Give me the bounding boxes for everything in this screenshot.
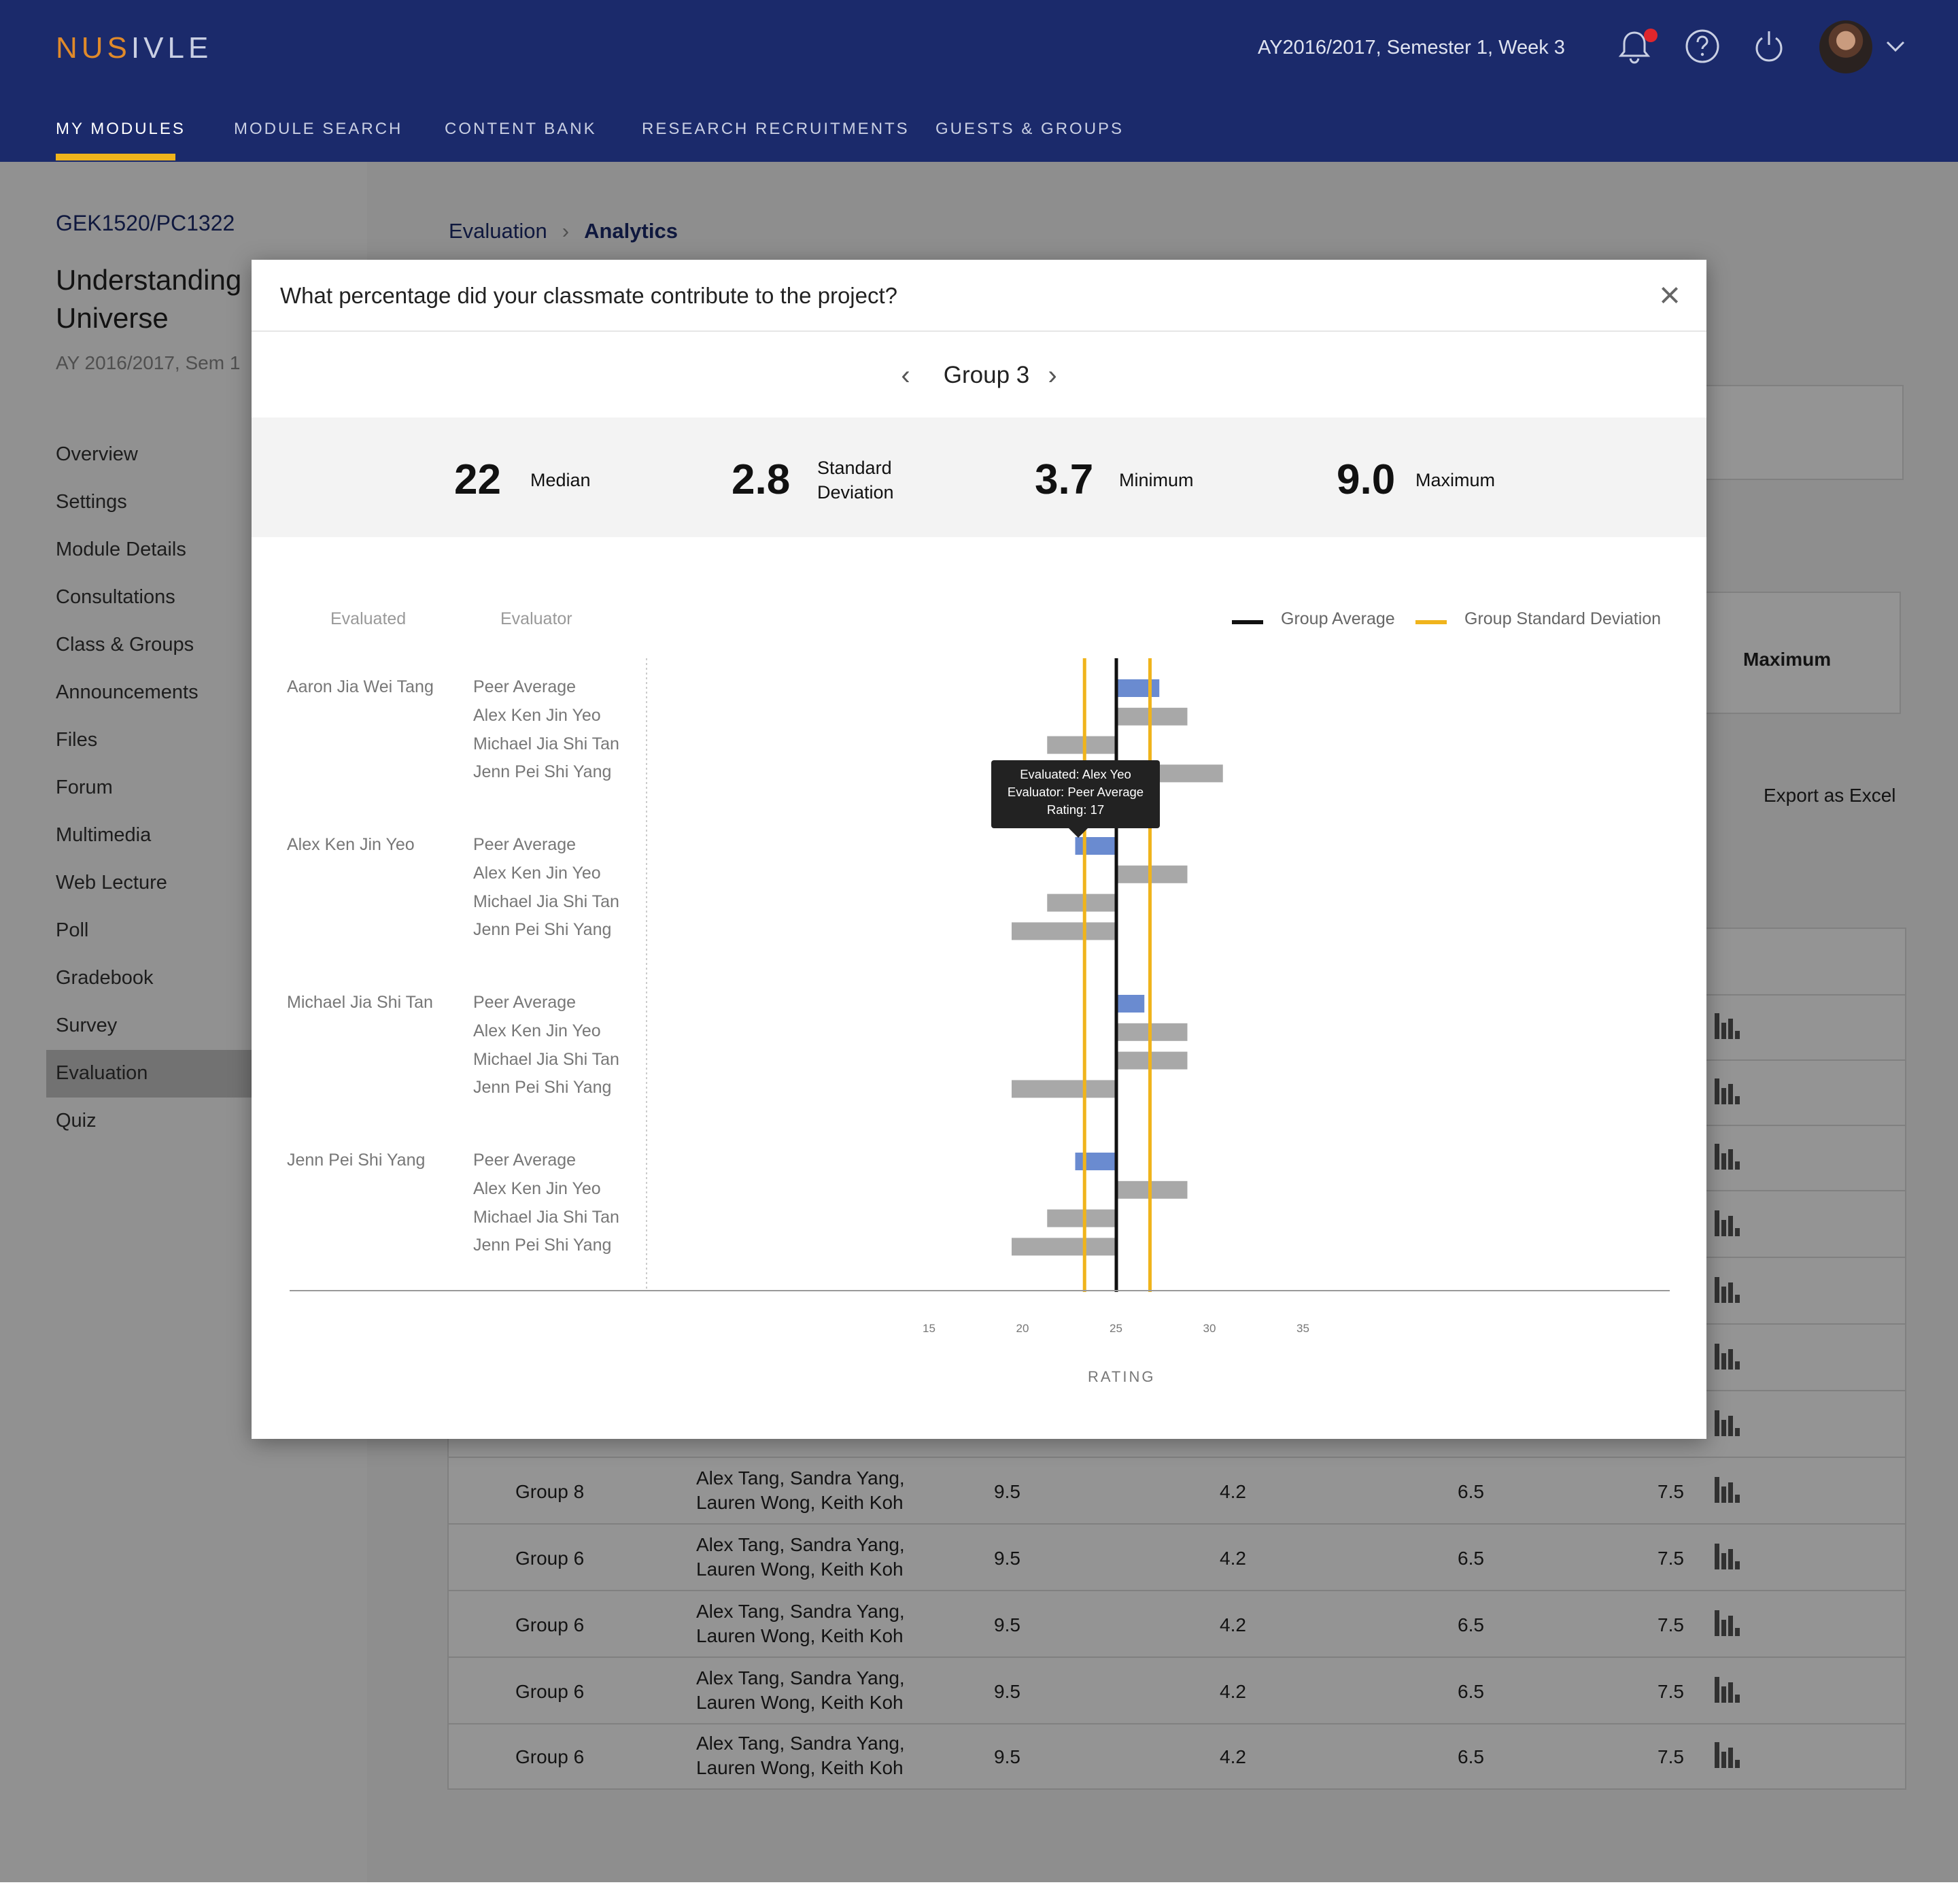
- x-tick-label: 20: [1016, 1322, 1029, 1335]
- rating-chart: [290, 658, 1670, 1292]
- evaluator-bar: [1012, 1238, 1116, 1256]
- tooltip-evaluator: Evaluator: Peer Average: [1007, 785, 1144, 799]
- evaluator-bar: [1116, 1180, 1188, 1199]
- tooltip-evaluated: Evaluated: Alex Yeo: [1020, 767, 1131, 781]
- evaluator-bar: [1116, 1051, 1188, 1070]
- evaluator-bar: [1047, 1209, 1116, 1227]
- nav-module-search[interactable]: MODULE SEARCH: [234, 120, 402, 139]
- logo-ivle: IVLE: [131, 31, 213, 65]
- tooltip-rating: Rating: 17: [1046, 802, 1105, 817]
- peer-average-bar: [1116, 995, 1145, 1013]
- evaluator-bar: [1116, 707, 1188, 726]
- peer-average-bar: [1075, 837, 1116, 855]
- chart-tooltip: Evaluated: Alex Yeo Evaluator: Peer Aver…: [991, 760, 1160, 838]
- evaluator-bar: [1116, 1023, 1188, 1041]
- analytics-modal: What percentage did your classmate contr…: [252, 260, 1706, 1439]
- peer-average-bar: [1075, 1153, 1116, 1170]
- evaluator-bar: [1012, 922, 1116, 940]
- avatar[interactable]: [1819, 20, 1872, 73]
- x-tick-label: 35: [1296, 1322, 1309, 1335]
- x-tick-label: 25: [1110, 1322, 1122, 1335]
- nav-content-bank[interactable]: CONTENT BANK: [445, 120, 597, 139]
- evaluator-bar: [1047, 736, 1116, 754]
- nav-my-modules[interactable]: MY MODULES: [56, 120, 186, 139]
- nav-research-recruitments[interactable]: RESEARCH RECRUITMENTS: [642, 120, 910, 139]
- power-icon[interactable]: [1747, 24, 1791, 68]
- academic-term: AY2016/2017, Semester 1, Week 3: [1258, 37, 1565, 58]
- active-nav-indicator: [56, 154, 175, 160]
- app-logo[interactable]: NUSIVLE: [56, 31, 212, 65]
- evaluator-bar: [1047, 894, 1116, 912]
- nav-guests-groups[interactable]: GUESTS & GROUPS: [935, 120, 1124, 139]
- x-axis-title: RATING: [1088, 1368, 1156, 1385]
- x-tick-label: 15: [923, 1322, 935, 1335]
- footer-strip: [0, 1882, 1958, 1904]
- chevron-down-icon[interactable]: [1876, 27, 1914, 65]
- evaluator-bar: [1116, 865, 1188, 883]
- x-tick-label: 30: [1203, 1322, 1216, 1335]
- peer-average-bar: [1116, 679, 1160, 697]
- top-header: NUSIVLE AY2016/2017, Semester 1, Week 3 …: [0, 0, 1958, 162]
- notification-dot: [1644, 29, 1658, 42]
- evaluator-bar: [1012, 1080, 1116, 1098]
- help-icon[interactable]: [1681, 24, 1724, 68]
- logo-nus: NUS: [56, 31, 131, 65]
